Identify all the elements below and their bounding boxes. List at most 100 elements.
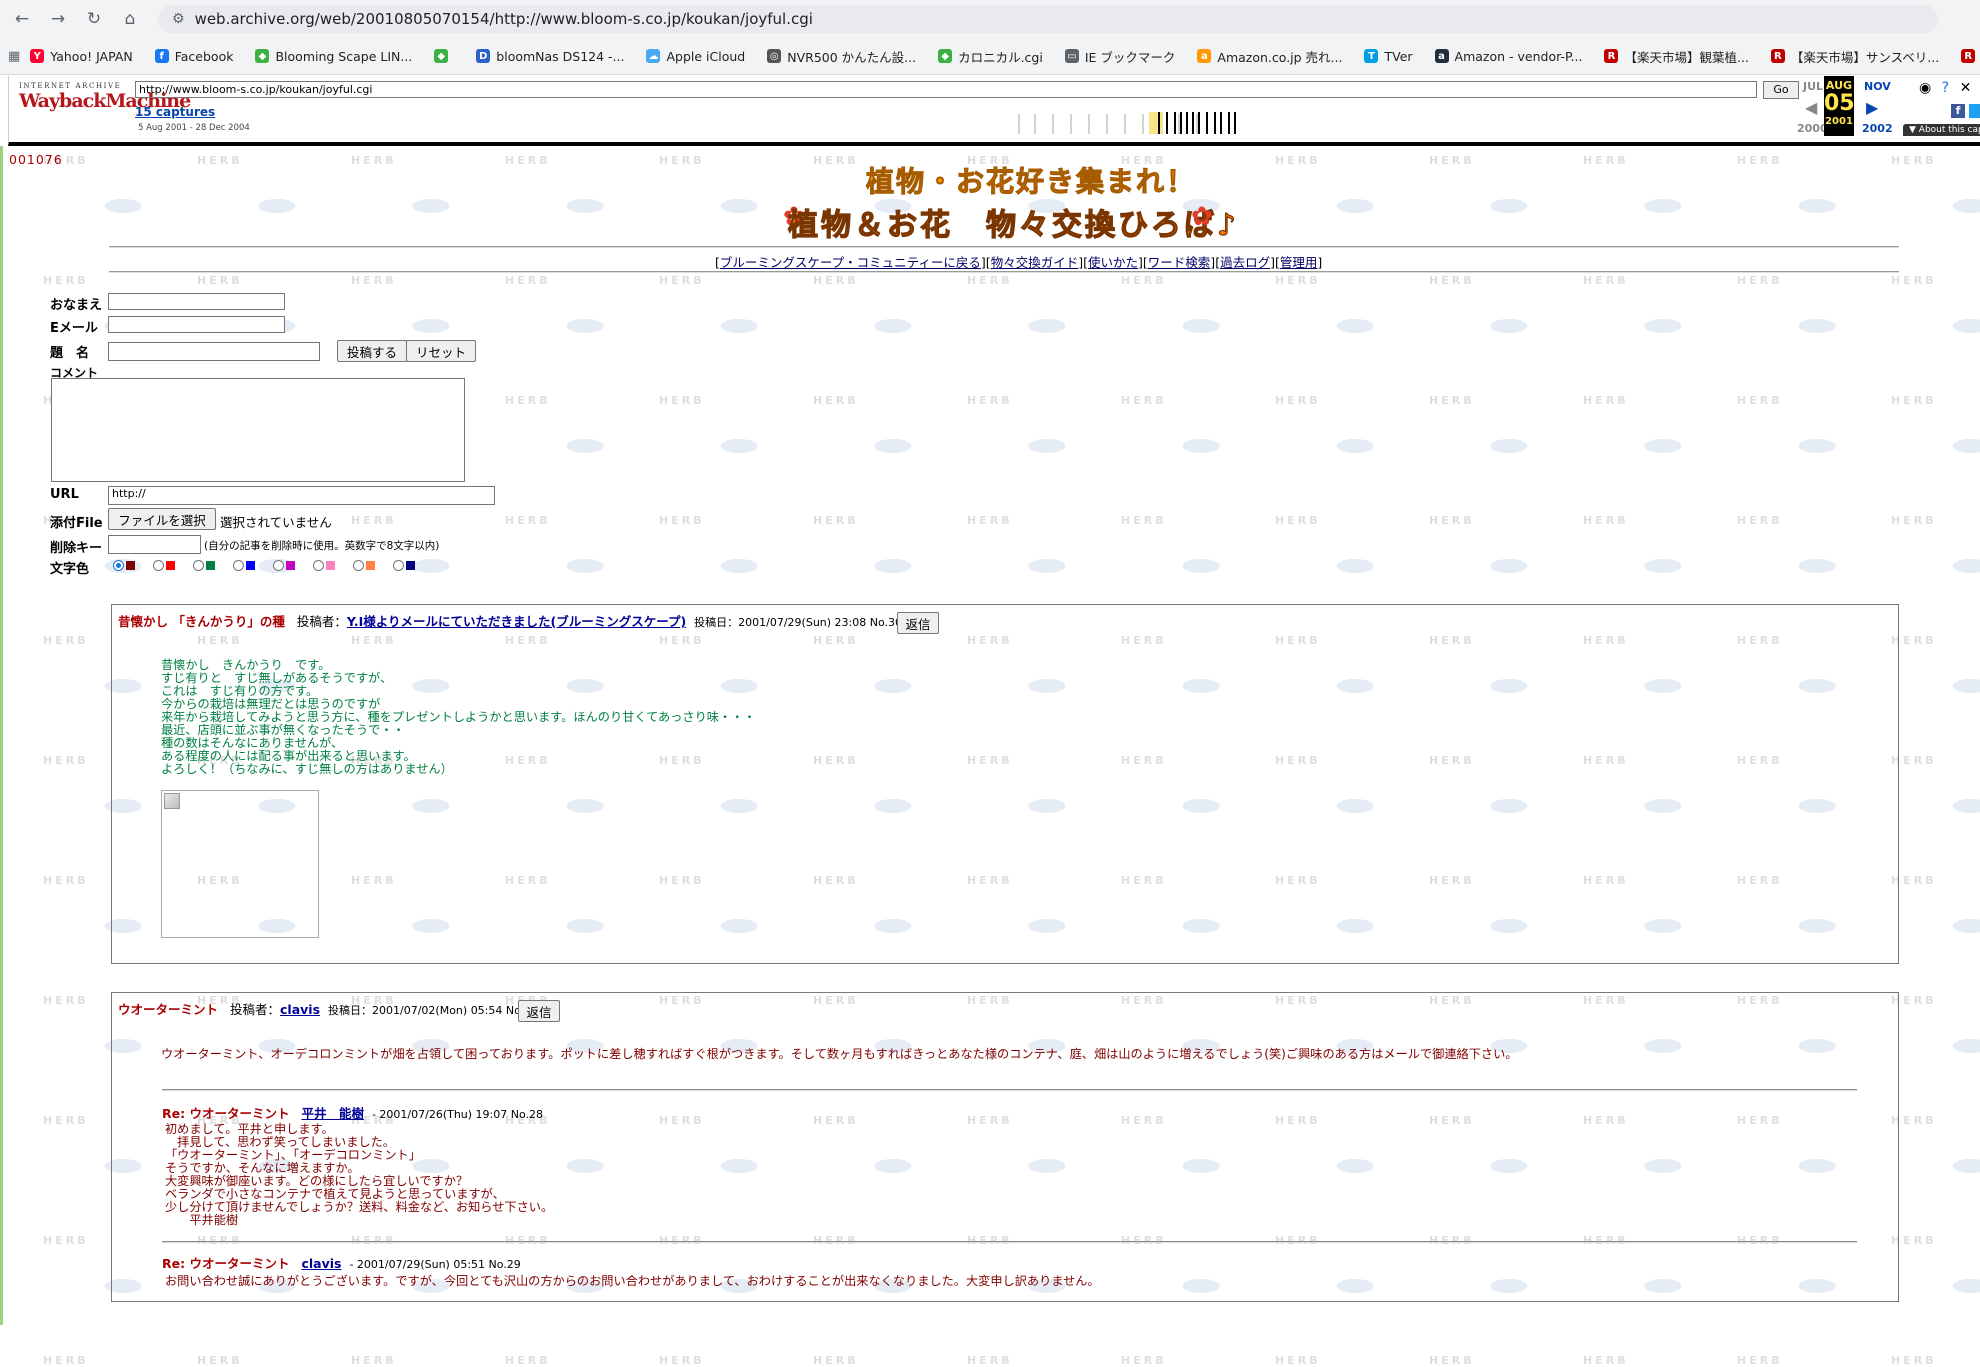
background-watermark: HERB xyxy=(1737,154,1783,167)
about-capture-button[interactable]: ▼ About this captu xyxy=(1903,124,1980,136)
post-subject: 昔懐かし 「きんかうり」の種 xyxy=(118,614,285,629)
submit-button[interactable]: 投稿する xyxy=(337,340,407,362)
bookmark-favicon-icon: T xyxy=(1364,49,1379,63)
bookmark-item[interactable]: ◆ xyxy=(434,49,454,63)
background-watermark: HERB xyxy=(967,274,1013,287)
text-color-radio[interactable] xyxy=(193,560,204,571)
background-watermark: HERB xyxy=(43,994,89,1007)
url-input[interactable]: http:// xyxy=(108,486,495,505)
bookmark-item[interactable]: ◆ カロニカル.cgi xyxy=(938,47,1043,66)
text-color-radio[interactable] xyxy=(273,560,284,571)
reply-subject: Re: ウオーターミント xyxy=(162,1256,290,1271)
comment-textarea[interactable] xyxy=(51,378,465,482)
text-color-radio[interactable] xyxy=(153,560,164,571)
capture-sparkline[interactable] xyxy=(1009,109,1699,134)
text-color-radio[interactable] xyxy=(233,560,244,571)
wayback-url-input[interactable]: http://www.bloom-s.co.jp/koukan/joyful.c… xyxy=(135,81,1757,98)
close-icon[interactable]: ✕ xyxy=(1960,80,1972,96)
background-watermark: HERB xyxy=(1429,514,1475,527)
nav-link[interactable]: 過去ログ xyxy=(1220,255,1270,270)
prev-month[interactable]: JUL xyxy=(1803,80,1823,93)
address-text: web.archive.org/web/20010805070154/http:… xyxy=(194,10,813,28)
text-color-radio[interactable] xyxy=(353,560,364,571)
text-color-options xyxy=(113,560,433,571)
nav-link[interactable]: 物々交換ガイド xyxy=(991,255,1079,270)
reply-subject: Re: ウオーターミント xyxy=(162,1106,290,1121)
reply-button[interactable]: 返信 xyxy=(518,1000,560,1022)
reset-button[interactable]: リセット xyxy=(406,340,476,362)
back-icon[interactable]: ← xyxy=(8,5,36,33)
reload-icon[interactable]: ↻ xyxy=(80,5,108,33)
color-swatch xyxy=(126,561,135,570)
background-watermark: HERB xyxy=(1121,274,1167,287)
background-watermark: HERB xyxy=(1891,274,1937,287)
background-watermark: HERB xyxy=(659,154,705,167)
forward-icon[interactable]: → xyxy=(44,5,72,33)
background-watermark: HERB xyxy=(813,394,859,407)
help-icon[interactable]: ? xyxy=(1942,80,1949,96)
current-capture-date: AUG 05 2001 xyxy=(1824,76,1855,136)
bookmark-item[interactable]: a Amazon.co.jp 売れ... xyxy=(1197,47,1342,66)
bookmark-item[interactable]: ◆ Blooming Scape LIN... xyxy=(255,49,412,64)
bookmark-favicon-icon: R xyxy=(1604,49,1619,63)
captures-link[interactable]: 15 captures xyxy=(135,105,215,119)
post-author-link[interactable]: Y.I様よりメールにていただきました(ブルーミングスケープ) xyxy=(347,614,686,629)
reply-button[interactable]: 返信 xyxy=(897,612,939,634)
site-settings-icon[interactable]: ⚙ xyxy=(172,11,185,27)
background-watermark: HERB xyxy=(1275,514,1321,527)
reply-header: Re: ウオーターミント clavis - 2001/07/29(Sun) 05… xyxy=(162,1253,521,1272)
reply-author-link[interactable]: 平井 能樹 xyxy=(301,1106,364,1121)
email-input[interactable] xyxy=(108,316,285,333)
bookmark-item[interactable]: a Amazon - vendor-P... xyxy=(1434,49,1582,64)
next-year[interactable]: 2002 xyxy=(1862,122,1893,135)
subject-input[interactable] xyxy=(108,342,320,361)
address-bar[interactable]: ⚙ web.archive.org/web/20010805070154/htt… xyxy=(158,5,1938,33)
bookmark-item[interactable]: ◎ NVR500 かんたん設... xyxy=(767,47,916,66)
background-watermark: HERB xyxy=(43,1114,89,1127)
bookmark-item[interactable]: ▭ IE ブックマーク xyxy=(1064,47,1175,66)
bookmark-item[interactable]: f Facebook xyxy=(154,49,233,64)
background-watermark: HERB xyxy=(351,514,397,527)
next-month[interactable]: NOV xyxy=(1864,80,1891,93)
wayback-go-button[interactable]: Go xyxy=(1763,81,1799,99)
bookmark-label: 【楽天市場】観葉植... xyxy=(1624,49,1749,65)
text-color-radio[interactable] xyxy=(313,560,324,571)
background-watermark: HERB xyxy=(1275,154,1321,167)
background-watermark: HERB xyxy=(1891,514,1937,527)
bookmark-item[interactable]: R 【楽天市場】サンスベリ... xyxy=(1770,47,1939,66)
nav-link[interactable]: ワード検索 xyxy=(1148,255,1211,270)
bookmark-item[interactable]: ☁ Apple iCloud xyxy=(646,49,745,64)
bookmark-item[interactable]: DbloomNas DS124 -... xyxy=(476,49,624,64)
delete-key-input[interactable] xyxy=(108,535,201,554)
bookmark-item[interactable]: Y Yahoo! JAPAN xyxy=(30,49,133,64)
text-color-radio[interactable] xyxy=(393,560,404,571)
background-watermark: HERB xyxy=(813,274,859,287)
bookmark-item[interactable]: T TVer xyxy=(1364,49,1413,64)
twitter-share-icon[interactable] xyxy=(1969,104,1980,118)
bookmark-item[interactable]: R【楽天市場】ブルーミン... xyxy=(1961,47,1980,66)
home-icon[interactable]: ⌂ xyxy=(116,5,144,33)
bookmark-favicon-icon: ☁ xyxy=(646,49,661,63)
next-capture-icon[interactable]: ▶ xyxy=(1866,98,1878,117)
post-body: ウオーターミント、オーデコロンミントが畑を占領して困っております。ポットに差し穂… xyxy=(161,1047,1518,1061)
wayback-logo[interactable]: INTERNET ARCHIVE WaybackMachine xyxy=(19,82,191,112)
divider xyxy=(109,246,1899,248)
name-input[interactable] xyxy=(108,293,285,310)
nav-link[interactable]: ブルーミングスケープ・コミュニティーに戻る xyxy=(720,255,981,270)
divider xyxy=(162,1241,1857,1243)
background-watermark: HERB xyxy=(505,514,551,527)
post-author-link[interactable]: clavis xyxy=(280,1002,320,1017)
bookmark-favicon-icon: a xyxy=(1197,49,1212,63)
background-watermark: HERB xyxy=(1583,514,1629,527)
facebook-share-icon[interactable]: f xyxy=(1951,104,1965,118)
user-icon[interactable]: ◉ xyxy=(1919,80,1931,96)
text-color-radio[interactable] xyxy=(113,560,124,571)
nav-link[interactable]: 管理用 xyxy=(1280,255,1318,270)
nav-link[interactable]: 使いかた xyxy=(1088,255,1138,270)
reply-author-link[interactable]: clavis xyxy=(301,1256,341,1271)
prev-capture-icon[interactable]: ◀ xyxy=(1805,98,1817,117)
apps-grid-icon[interactable]: ▦ xyxy=(8,42,20,70)
file-select-button[interactable]: ファイルを選択 xyxy=(108,508,216,530)
captures-range: 5 Aug 2001 - 28 Dec 2004 xyxy=(138,123,250,133)
bookmark-item[interactable]: R 【楽天市場】観葉植... xyxy=(1604,47,1749,66)
